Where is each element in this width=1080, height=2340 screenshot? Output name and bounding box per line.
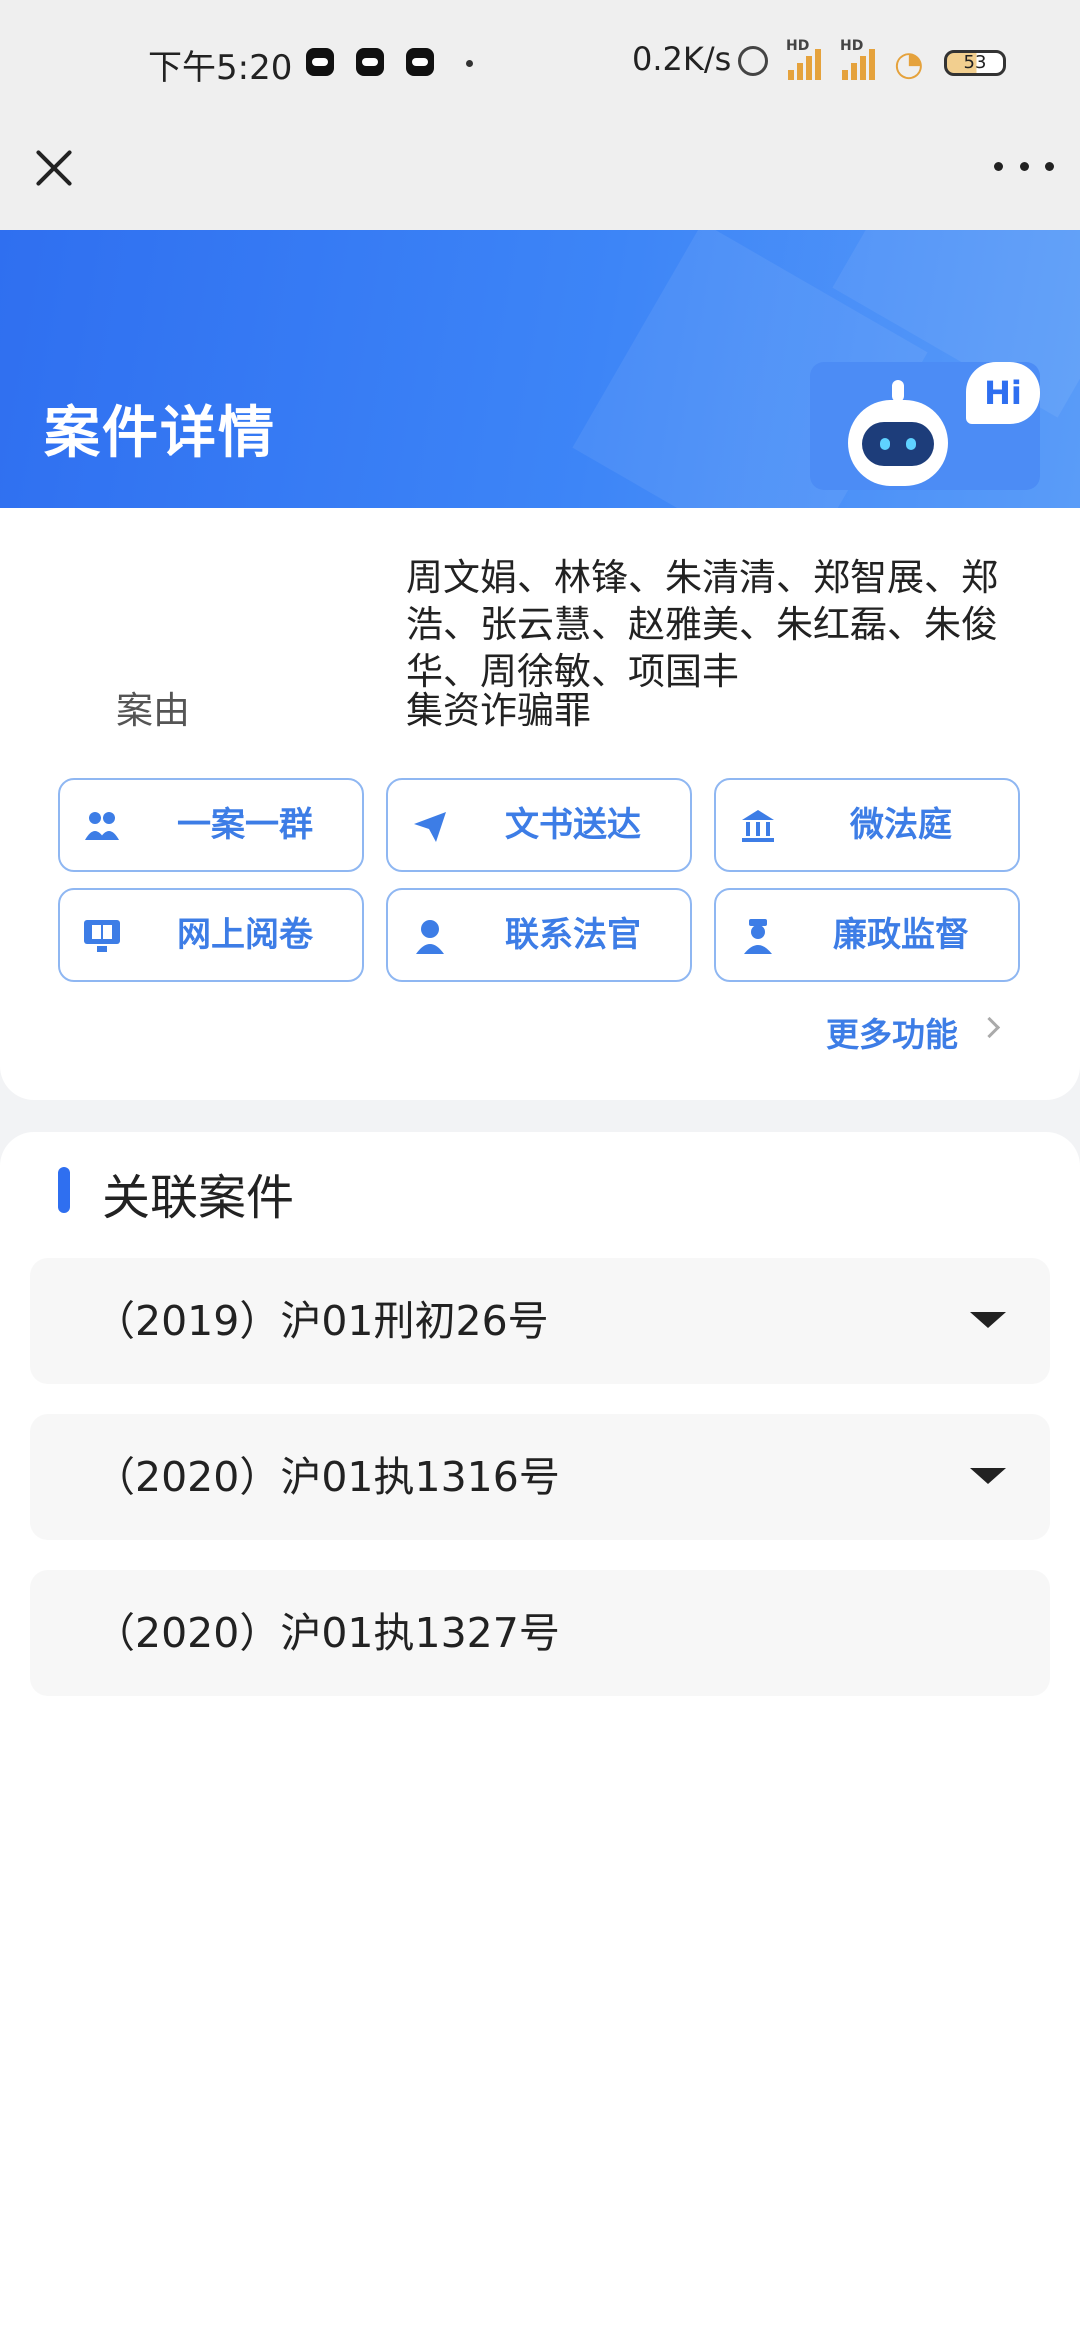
- caret-down-icon[interactable]: [970, 1468, 1006, 1484]
- contact-judge-button[interactable]: 联系法官: [386, 888, 692, 982]
- section-title: 关联案件: [102, 1170, 295, 1226]
- button-label: 微法庭: [850, 805, 952, 845]
- button-label: 一案一群: [177, 805, 313, 845]
- case-info-card: 周文娟、林锋、朱清清、郑智展、郑 浩、张云慧、赵雅美、朱红磊、朱俊 华、周徐敏、…: [0, 508, 1080, 1100]
- courthouse-icon: [742, 810, 774, 842]
- integrity-supervision-button[interactable]: 廉政监督: [714, 888, 1020, 982]
- party-line: 周文娟、林锋、朱清清、郑智展、郑: [406, 556, 998, 599]
- related-case-row[interactable]: （2020）沪01执1327号: [30, 1570, 1050, 1696]
- more-options-icon[interactable]: [994, 156, 1054, 176]
- message-app-icon: [306, 48, 334, 76]
- wifi-icon: ◔: [894, 44, 924, 84]
- more-functions-link[interactable]: 更多功能: [826, 1008, 958, 1056]
- document-delivery-button[interactable]: 文书送达: [386, 778, 692, 872]
- related-case-row[interactable]: （2019）沪01刑初26号: [30, 1258, 1050, 1384]
- case-number: （2020）沪01执1327号: [94, 1609, 560, 1657]
- judge-icon: [416, 920, 444, 954]
- alarm-icon: [738, 46, 768, 76]
- group-chat-button[interactable]: 一案一群: [58, 778, 364, 872]
- case-number: （2019）沪01刑初26号: [94, 1297, 549, 1345]
- close-icon[interactable]: [26, 140, 82, 196]
- case-number: （2020）沪01执1316号: [94, 1453, 560, 1501]
- related-case-row[interactable]: （2020）沪01执1316号: [30, 1414, 1050, 1540]
- button-label: 廉政监督: [833, 915, 969, 955]
- chat-app-icon: [406, 48, 434, 76]
- robot-antenna: [892, 380, 904, 402]
- network-speed: 0.2K/s: [632, 40, 732, 78]
- assistant-hi-bubble[interactable]: Hi: [966, 362, 1040, 424]
- micro-court-button[interactable]: 微法庭: [714, 778, 1020, 872]
- signal-icon-2: [838, 44, 878, 80]
- officer-icon: [744, 919, 772, 954]
- party-line: 浩、张云慧、赵雅美、朱红磊、朱俊: [406, 603, 998, 646]
- status-bar: 下午5:20 0.2K/s HD HD ◔ 53: [0, 0, 1080, 130]
- page-title: 案件详情: [44, 401, 276, 466]
- monitor-book-icon: [84, 920, 120, 952]
- button-label: 网上阅卷: [177, 915, 313, 955]
- button-label: 联系法官: [505, 915, 641, 955]
- status-time: 下午5:20: [148, 48, 293, 88]
- wechat-icon: [356, 48, 384, 76]
- related-cases-card: 关联案件 （2019）沪01刑初26号 （2020）沪01执1316号 （202…: [0, 1132, 1080, 2340]
- battery-icon: 53: [944, 50, 1006, 76]
- group-icon: [85, 812, 119, 840]
- online-file-review-button[interactable]: 网上阅卷: [58, 888, 364, 982]
- header-banner: 案件详情: [0, 230, 1080, 508]
- chevron-right-icon: [978, 1016, 1001, 1039]
- button-label: 文书送达: [505, 805, 641, 845]
- section-accent-bar: [58, 1167, 70, 1213]
- caret-down-icon[interactable]: [970, 1312, 1006, 1328]
- more-notifications-icon: [466, 60, 473, 67]
- cause-value: 集资诈骗罪: [406, 689, 591, 732]
- nav-bar: [0, 130, 1080, 230]
- cause-label: 案由: [116, 689, 190, 732]
- paper-plane-icon: [414, 812, 446, 842]
- signal-icon-1: [784, 44, 824, 80]
- party-list: 周文娟、林锋、朱清清、郑智展、郑 浩、张云慧、赵雅美、朱红磊、朱俊 华、周徐敏、…: [406, 508, 1056, 695]
- robot-icon: [848, 400, 948, 486]
